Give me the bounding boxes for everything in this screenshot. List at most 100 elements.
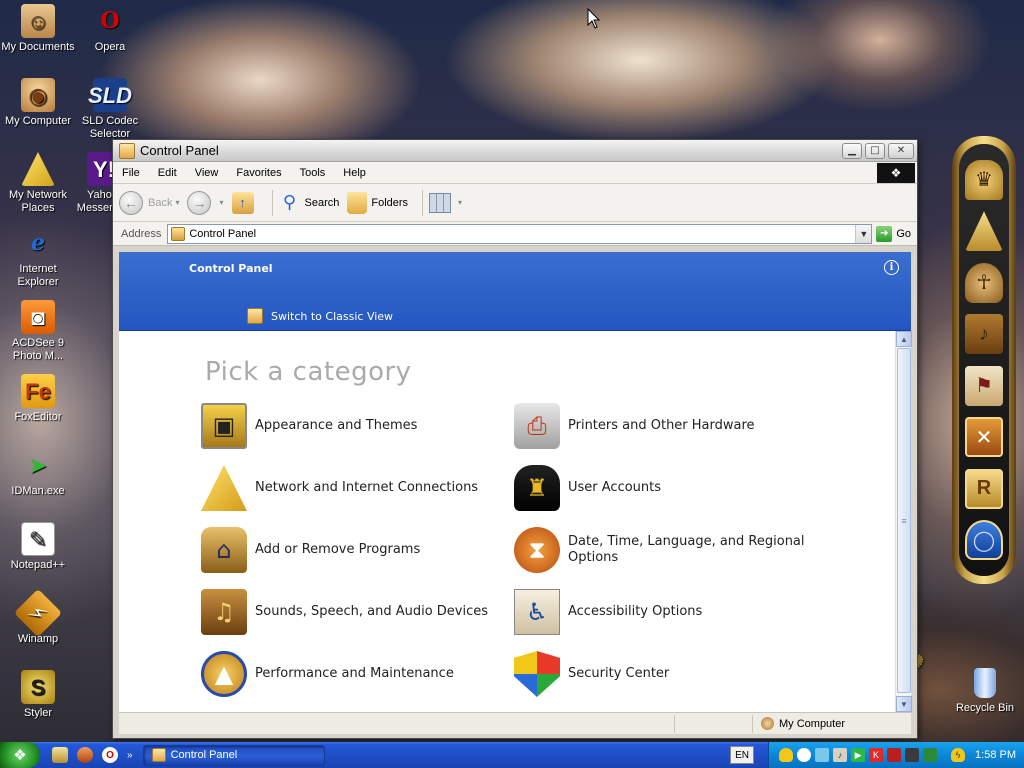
desktop-icon-my-network-places[interactable]: My Network Places (0, 152, 76, 215)
close-button[interactable]: ✕ (888, 142, 914, 159)
go-button[interactable]: ➔ Go (872, 225, 917, 242)
category-date-time[interactable]: ⧗ Date, Time, Language, and Regional Opt… (514, 527, 824, 573)
lightning-tray-icon[interactable]: ϟ (951, 748, 966, 762)
desktop-icon-label: My Network Places (8, 189, 68, 214)
desktop-icon-sld-codec[interactable]: SLD SLD Codec Selector (72, 78, 148, 141)
up-folder-button[interactable]: ↑ (231, 191, 258, 214)
back-dropdown-icon[interactable]: ▾ (175, 198, 179, 207)
views-button[interactable]: ▾ (429, 192, 462, 213)
address-dropdown-icon[interactable]: ▼ (855, 224, 872, 243)
network-places-icon (21, 152, 55, 186)
minimize-button[interactable]: ▁ (842, 142, 862, 159)
desktop-icon-styler[interactable]: S Styler (0, 670, 76, 720)
category-security-center[interactable]: Security Center (514, 651, 669, 697)
taskbar-control-panel-button[interactable]: Control Panel (142, 744, 325, 766)
category-accessibility[interactable]: ♿ Accessibility Options (514, 589, 702, 635)
address-value: Control Panel (189, 227, 257, 240)
folders-label: Folders (371, 196, 409, 209)
show-desktop-icon[interactable] (52, 747, 68, 763)
desktop-icon-label: IDMan.exe (11, 485, 65, 497)
desktop-icon-my-documents[interactable]: ☺ My Documents (0, 4, 76, 54)
views-icon (429, 192, 452, 213)
notepadpp-icon: ✎ (21, 522, 55, 556)
status-cell (119, 714, 675, 733)
menu-file[interactable]: File (113, 167, 149, 179)
address-field[interactable]: Control Panel ▼ (167, 223, 873, 244)
antivirus-tray-icon[interactable]: K (869, 748, 884, 762)
opera-quicklaunch-icon[interactable]: O (102, 747, 118, 763)
language-indicator[interactable]: EN (730, 746, 755, 764)
vertical-scrollbar[interactable]: ▲ ≡ ▼ (895, 331, 912, 712)
category-network[interactable]: Network and Internet Connections (201, 465, 478, 511)
category-add-remove-programs[interactable]: ⌂ Add or Remove Programs (201, 527, 420, 573)
desktop-icon-foxeditor[interactable]: Fe FoxEditor (0, 374, 76, 424)
status-cell (675, 714, 753, 733)
scribe-statue-icon[interactable]: ☥ (965, 262, 1003, 303)
quick-launch-more-icon[interactable]: » (127, 750, 133, 761)
book-icon[interactable]: ⚑ (965, 365, 1003, 406)
desktop-icon-winamp[interactable]: ⚡ Winamp (0, 588, 76, 646)
harp-icon[interactable]: ♪ (965, 314, 1003, 355)
network-tray-icon[interactable] (815, 748, 830, 762)
forward-button[interactable]: → ▾ (187, 190, 224, 215)
clock[interactable]: 1:58 PM (975, 749, 1016, 761)
menu-help[interactable]: Help (334, 167, 375, 179)
maximize-button[interactable]: □ (865, 142, 885, 159)
toolbar-separator (422, 189, 424, 216)
scroll-up-icon[interactable]: ▲ (896, 331, 912, 347)
scrollbar-thumb[interactable]: ≡ (897, 348, 911, 693)
registry-icon[interactable]: R (965, 468, 1003, 509)
search-button[interactable]: ⚲ Search (279, 192, 339, 214)
menu-edit[interactable]: Edit (149, 167, 186, 179)
category-label: Accessibility Options (568, 604, 703, 619)
switch-to-classic-view-link[interactable]: Switch to Classic View (247, 308, 393, 324)
back-button[interactable]: ← Back ▾ (119, 190, 179, 215)
menu-favorites[interactable]: Favorites (227, 167, 290, 179)
control-panel-icon (151, 748, 166, 762)
messenger-tray-icon[interactable] (797, 748, 812, 762)
category-user-accounts[interactable]: ♜ User Accounts (514, 465, 661, 511)
control-panel-icon (171, 226, 186, 241)
category-label: Performance and Maintenance (255, 666, 454, 681)
category-performance[interactable]: ▲ Performance and Maintenance (201, 651, 454, 697)
styler-icon: S (21, 670, 55, 704)
menu-view[interactable]: View (186, 167, 228, 179)
security-tray-icon[interactable] (779, 748, 794, 762)
flag-tray-icon[interactable] (887, 748, 902, 762)
desktop-icon-internet-explorer[interactable]: e Internet Explorer (0, 226, 76, 289)
firefox-icon[interactable] (77, 747, 93, 763)
folders-button[interactable]: Folders (347, 191, 409, 214)
desktop-icon-recycle-bin[interactable]: Recycle Bin (950, 668, 1020, 714)
tools-icon[interactable]: ✕ (965, 417, 1003, 458)
my-computer-icon: ◉ (21, 78, 55, 112)
category-appearance[interactable]: ▣ Appearance and Themes (201, 403, 417, 449)
desktop-icon-acdsee[interactable]: ◙ ACDSee 9 Photo M... (0, 300, 76, 363)
volume-tray-icon[interactable]: ♪ (833, 748, 848, 762)
pyramids-icon[interactable] (965, 211, 1003, 252)
recycle-bin-dock-icon[interactable]: ◯ (965, 520, 1003, 561)
start-button[interactable]: ❖ (0, 742, 40, 768)
category-printers[interactable]: ⎙ Printers and Other Hardware (514, 403, 755, 449)
desktop-icon-my-computer[interactable]: ◉ My Computer (0, 78, 76, 128)
forward-dropdown-icon[interactable]: ▾ (219, 198, 223, 207)
desktop-icon-label: SLD Codec Selector (81, 115, 139, 140)
scroll-down-icon[interactable]: ▼ (896, 696, 912, 712)
desktop-icon-notepadpp[interactable]: ✎ Notepad++ (0, 522, 76, 572)
category-sounds[interactable]: ♫ Sounds, Speech, and Audio Devices (201, 589, 488, 635)
media-play-tray-icon[interactable]: ▶ (851, 748, 866, 762)
info-icon[interactable]: i (884, 260, 899, 275)
battery-tray-icon[interactable] (905, 748, 920, 762)
switch-view-label: Switch to Classic View (271, 309, 394, 323)
pharaoh-icon[interactable]: ♛ (965, 159, 1003, 200)
views-dropdown-icon[interactable]: ▾ (458, 198, 462, 207)
category-label: Date, Time, Language, and Regional Optio… (568, 534, 805, 565)
display-tray-icon[interactable] (923, 748, 938, 762)
title-bar[interactable]: Control Panel ▁ □ ✕ (113, 140, 917, 162)
date-time-icon: ⧗ (514, 527, 560, 573)
security-shield-icon (514, 651, 560, 697)
menu-tools[interactable]: Tools (291, 167, 335, 179)
desktop-icon-idman[interactable]: ➤ IDMan.exe (0, 448, 76, 498)
desktop-icon-opera[interactable]: O Opera (72, 4, 148, 54)
category-label: Sounds, Speech, and Audio Devices (255, 604, 489, 619)
internet-explorer-icon: e (31, 229, 45, 256)
